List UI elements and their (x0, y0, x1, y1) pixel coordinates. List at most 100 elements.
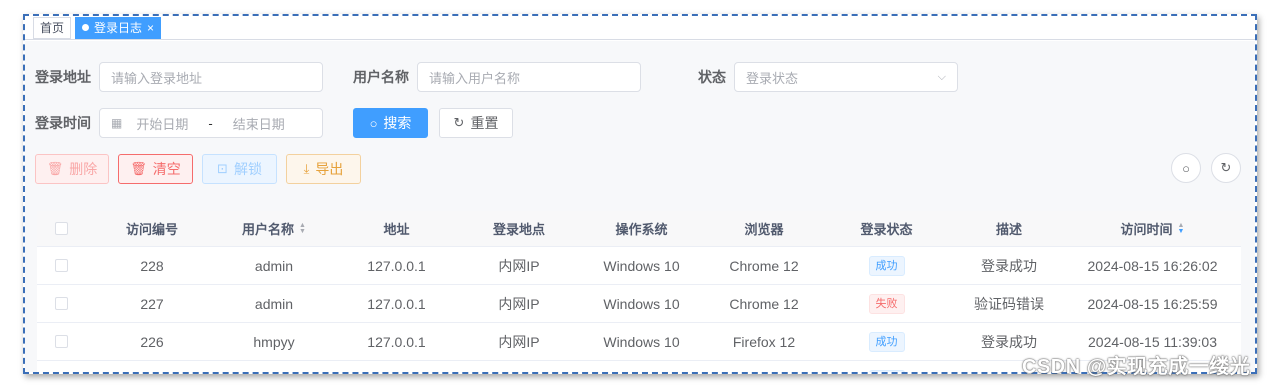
cell-time: 2024-08-15 16:25:59 (1064, 296, 1241, 312)
cell-ip-text: 127.0.0.1 (367, 295, 426, 312)
sort-icon[interactable]: ▲ ▼ (1178, 222, 1185, 235)
cell-user: hmpyy (219, 334, 329, 350)
cell-msg-text: 登录成功 (981, 257, 1037, 274)
close-icon[interactable]: × (147, 18, 154, 38)
cell-time-text: 2024-08-15 11:39:03 (1088, 333, 1217, 350)
cell-browser-text: Firefox 12 (732, 333, 796, 350)
header-time-label: 访问时间 (1120, 222, 1173, 237)
header-ip: 地址 (329, 219, 464, 238)
cell-location-text: 内网IP (498, 295, 540, 312)
refresh-button[interactable]: ↻ (1211, 153, 1241, 183)
time-label: 登录时间 (35, 115, 91, 131)
cell-time: 2024-08-15 11:39:03 (1064, 334, 1241, 350)
cell-user-text: hmpyy (253, 372, 294, 373)
search-button-label: 搜索 (383, 115, 412, 131)
cell-os-text: Windows 10 (603, 295, 680, 312)
unlock-button[interactable]: ⊡ 解锁 (202, 154, 277, 184)
header-browser-label: 浏览器 (744, 222, 784, 237)
row-checkbox[interactable] (54, 259, 68, 272)
tag-home-label: 首页 (40, 20, 65, 35)
cell-location: 内网IP (464, 294, 574, 314)
table-row[interactable]: 227 admin 127.0.0.1 内网IP Windows 10 Chrome 12… (37, 285, 1241, 323)
cell-ip-text: 127.0.0.1 (367, 372, 425, 373)
username-input[interactable]: 请输入用户名称 (417, 62, 641, 92)
row-checkbox[interactable] (54, 297, 68, 310)
cell-id-text: 225 (140, 372, 163, 373)
end-date-placeholder: 结束日期 (232, 116, 285, 132)
cell-user-text: admin (254, 257, 294, 274)
cell-os: Windows 10 (574, 372, 709, 373)
header-os-label: 操作系统 (615, 222, 668, 237)
cell-time-text: 2024-08-15 16:26:02 (1087, 257, 1218, 274)
cell-ip-text: 127.0.0.1 (367, 257, 426, 274)
header-id: 访问编号 (85, 219, 219, 238)
select-all-checkbox[interactable] (54, 222, 68, 235)
cell-user-text: hmpyy (253, 333, 295, 350)
range-separator: - (208, 115, 213, 131)
date-range-picker[interactable]: ▦ 开始日期 - 结束日期 (99, 108, 323, 138)
row-checkbox[interactable] (55, 373, 68, 374)
cell-id: 226 (85, 334, 219, 350)
header-user-label: 用户名称 (242, 222, 295, 237)
search-icon: ○ (1182, 160, 1190, 176)
cell-time: 2024-08-15 16:26:02 (1064, 258, 1241, 274)
table-row[interactable]: 228 admin 127.0.0.1 内网IP Windows 10 Chrome 12… (37, 247, 1241, 285)
cell-id: 227 (85, 296, 219, 312)
toolbar: 🗑 删除 🗑 清空 ⊡ 解锁 ⤓ 导出 (35, 154, 361, 184)
table-header: 访问编号 用户名称 ▲ ▼ 地址 登录地点 操作系统 浏览器 登录状态 描述 访问时… (37, 211, 1241, 247)
cell-browser: Chrome 12 (709, 258, 819, 274)
cell-browser: Firefox 12 (709, 372, 819, 373)
header-id-label: 访问编号 (125, 222, 178, 237)
trash-icon: 🗑 (130, 161, 147, 176)
status-badge: 成功 (868, 331, 905, 352)
cell-location-text: 内网IP (498, 333, 540, 350)
cell-browser-text: Chrome 12 (729, 295, 799, 312)
header-msg-label: 描述 (995, 222, 1022, 237)
cell-id-text: 228 (140, 257, 164, 274)
cell-ip: 127.0.0.1 (329, 334, 464, 350)
header-time[interactable]: 访问时间 ▲ ▼ (1064, 219, 1241, 238)
status-select[interactable]: 登录状态 ⌵ (734, 62, 958, 92)
cell-location-text: 内网IP (498, 370, 539, 373)
username-placeholder: 请输入用户名称 (429, 70, 521, 86)
cell-msg: 登录成功 (954, 332, 1064, 352)
address-label: 登录地址 (35, 69, 91, 85)
cell-id: 225 (85, 372, 219, 373)
calendar-icon: ▦ (111, 116, 123, 130)
cell-ip: 127.0.0.1 (329, 296, 464, 312)
app-frame: 首页 登录日志 × 登录地址 请输入登录地址 用户名称 请输入用户名称 状态 登… (23, 14, 1257, 374)
sort-icon[interactable]: ▲ ▼ (299, 222, 306, 235)
tag-home[interactable]: 首页 (33, 16, 72, 39)
cell-id-text: 226 (140, 333, 164, 350)
download-icon: ⤓ (303, 161, 310, 176)
cell-msg-text: 验证码错误 (974, 295, 1044, 312)
start-date-placeholder: 开始日期 (136, 116, 189, 132)
delete-button-label: 删除 (69, 161, 98, 177)
cell-browser: Firefox 12 (709, 334, 819, 350)
cell-status: 失败 (819, 293, 954, 314)
row-checkbox[interactable] (54, 335, 68, 348)
search-icon: ○ (369, 115, 378, 131)
cell-user: admin (219, 296, 329, 312)
header-status: 登录状态 (819, 219, 954, 238)
refresh-icon: ↻ (1220, 160, 1232, 175)
export-button-label: 导出 (315, 161, 344, 177)
cell-os: Windows 10 (574, 296, 709, 312)
header-user[interactable]: 用户名称 ▲ ▼ (219, 219, 329, 238)
address-input[interactable]: 请输入登录地址 (99, 62, 323, 92)
clean-button-label: 清空 (152, 161, 181, 177)
address-placeholder: 请输入登录地址 (111, 70, 203, 86)
delete-button[interactable]: 🗑 删除 (35, 154, 109, 184)
reset-button[interactable]: ↻ 重置 (439, 108, 513, 138)
chevron-down-icon: ⌵ (937, 70, 946, 83)
cell-os-text: Windows 10 (603, 372, 679, 373)
search-button[interactable]: ○ 搜索 (353, 108, 428, 138)
select-all-cell (37, 222, 85, 235)
clean-button[interactable]: 🗑 清空 (118, 154, 193, 184)
export-button[interactable]: ⤓ 导出 (286, 154, 361, 184)
cell-user: admin (219, 258, 329, 274)
tag-login-log[interactable]: 登录日志 × (75, 16, 162, 39)
reset-button-label: 重置 (470, 115, 499, 131)
header-os: 操作系统 (574, 219, 709, 238)
toggle-search-button[interactable]: ○ (1171, 153, 1201, 183)
